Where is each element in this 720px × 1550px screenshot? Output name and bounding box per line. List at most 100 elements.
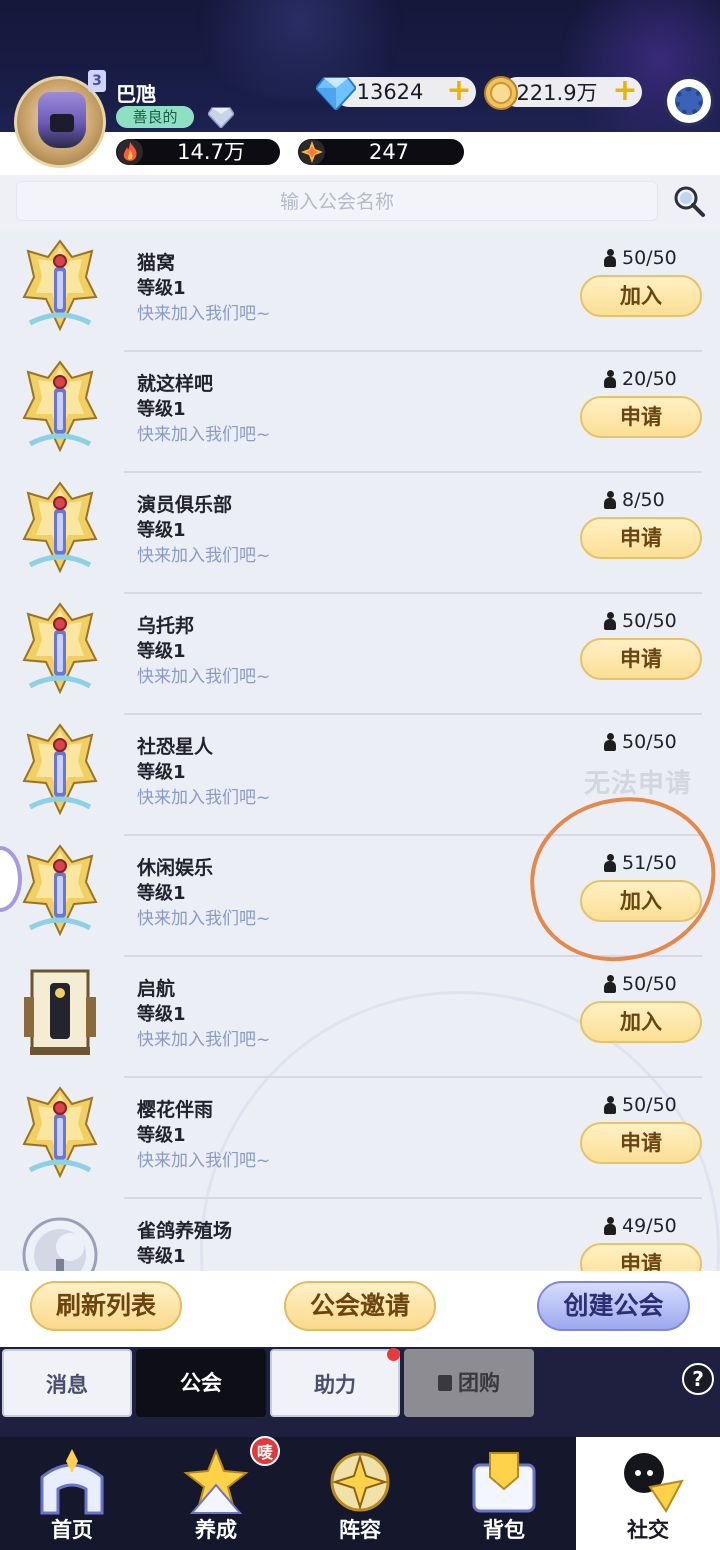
- tab-group-buy[interactable]: 团购: [404, 1349, 534, 1417]
- masked-figure-icon: [624, 1453, 684, 1513]
- person-icon: [604, 733, 616, 751]
- guild-name: 雀鸽养殖场: [137, 1220, 233, 1242]
- castle-icon: [40, 1449, 104, 1515]
- gold-crest-icon: [22, 1084, 98, 1180]
- person-icon: [604, 249, 616, 267]
- train-badge: 唛: [250, 1436, 280, 1466]
- guild-action-bar: 刷新列表 公会邀请 创建公会: [0, 1271, 720, 1347]
- person-icon: [604, 612, 616, 630]
- member-count-value: 20/50: [622, 368, 677, 390]
- guild-level: 等级1: [137, 1246, 186, 1267]
- throne-crest-icon: [22, 963, 98, 1059]
- member-count-value: 50/50: [622, 247, 677, 269]
- refresh-list-button[interactable]: 刷新列表: [30, 1281, 182, 1331]
- person-icon: [604, 370, 616, 388]
- guild-level: 等级1: [137, 883, 186, 904]
- gold-crest-icon: [22, 600, 98, 696]
- tab-group-buy-label: 团购: [458, 1371, 500, 1395]
- search-icon[interactable]: [672, 184, 706, 218]
- guild-row[interactable]: 雀鸽养殖场等级1 49/50 申请: [0, 1199, 720, 1271]
- guild-description: 快来加入我们吧~: [137, 909, 271, 929]
- nav-social[interactable]: 社交: [576, 1437, 720, 1550]
- gold-crest-icon: [22, 358, 98, 454]
- guild-level: 等级1: [137, 641, 186, 662]
- guild-name: 社恐星人: [137, 736, 214, 758]
- guild-list[interactable]: 猫窝 等级1 快来加入我们吧~ 50/50 加入 就这样吧 等级1 快来加入我们吧~ 20/50…: [0, 231, 720, 1271]
- guild-level: 等级1: [137, 399, 186, 420]
- member-count-value: 50/50: [622, 731, 677, 753]
- guild-row[interactable]: 就这样吧 等级1 快来加入我们吧~ 20/50 申请: [0, 352, 720, 473]
- moon-crest-icon: [22, 1205, 98, 1271]
- guild-member-count: 50/50: [604, 610, 677, 632]
- guild-description: 快来加入我们吧~: [137, 304, 271, 324]
- guild-description: 快来加入我们吧~: [137, 667, 271, 687]
- gold-crest-icon: [22, 479, 98, 575]
- nav-lineup-label: 阵容: [339, 1518, 381, 1542]
- person-icon: [604, 1217, 616, 1235]
- guild-description: 快来加入我们吧~: [137, 425, 271, 445]
- nav-social-label: 社交: [627, 1518, 669, 1542]
- guild-search-input[interactable]: 输入公会名称: [16, 181, 658, 221]
- guild-name: 演员俱乐部: [137, 494, 233, 516]
- apply-button[interactable]: 申请: [580, 1122, 702, 1164]
- guild-row[interactable]: 演员俱乐部等级1 快来加入我们吧~ 8/50 申请: [0, 473, 720, 594]
- player-name: 巴虺: [116, 82, 156, 106]
- guild-row[interactable]: 乌托邦等级1 快来加入我们吧~ 50/50 申请: [0, 594, 720, 715]
- apply-button[interactable]: 申请: [580, 396, 702, 438]
- coin-value: 221.9万: [516, 81, 598, 105]
- gold-crest-icon: [22, 721, 98, 817]
- player-avatar[interactable]: 3: [10, 70, 110, 170]
- star-value: 247: [368, 140, 410, 164]
- guild-row[interactable]: 启航 等级1 快来加入我们吧~ 50/50 加入: [0, 957, 720, 1078]
- gear-icon: [675, 87, 703, 115]
- compass-star-icon: [330, 1452, 390, 1512]
- bottom-nav: 首页 养成 阵容 背包 社交: [0, 1437, 720, 1550]
- nav-lineup[interactable]: 阵容: [288, 1437, 432, 1550]
- settings-button[interactable]: [664, 76, 714, 126]
- assist-notification-dot: [387, 1348, 400, 1361]
- guild-level: 等级1: [137, 520, 186, 541]
- member-count-value: 49/50: [622, 1215, 677, 1237]
- help-button[interactable]: ?: [682, 1363, 714, 1395]
- power-value: 14.7万: [177, 140, 245, 164]
- member-count-value: 50/50: [622, 610, 677, 632]
- guild-member-count: 50/50: [604, 973, 677, 995]
- nav-bag[interactable]: 背包: [432, 1437, 576, 1550]
- star-pyramid-icon: [183, 1448, 249, 1514]
- add-diamond-button[interactable]: +: [446, 76, 472, 106]
- guild-level: 等级1: [137, 1125, 186, 1146]
- tab-assist[interactable]: 助力: [270, 1349, 400, 1417]
- lock-icon: [438, 1375, 452, 1391]
- nav-bag-label: 背包: [483, 1518, 525, 1542]
- member-count-value: 50/50: [622, 973, 677, 995]
- nav-home[interactable]: 首页: [0, 1437, 144, 1550]
- gold-crest-icon: [22, 237, 98, 333]
- join-button[interactable]: 加入: [580, 275, 702, 317]
- create-guild-button[interactable]: 创建公会: [537, 1281, 690, 1331]
- guild-name: 猫窝: [137, 252, 176, 274]
- tab-guild[interactable]: 公会: [136, 1349, 266, 1417]
- add-coin-button[interactable]: +: [612, 76, 638, 106]
- apply-button[interactable]: 申请: [580, 638, 702, 680]
- nav-train-label: 养成: [195, 1518, 237, 1542]
- guild-row[interactable]: 樱花伴雨 等级1 快来加入我们吧~ 50/50 申请: [0, 1078, 720, 1199]
- apply-button[interactable]: 申请: [580, 517, 702, 559]
- tab-messages[interactable]: 消息: [2, 1349, 132, 1417]
- guild-name: 乌托邦: [137, 615, 195, 637]
- guild-description: 快来加入我们吧~: [137, 1030, 271, 1050]
- join-button[interactable]: 加入: [580, 1001, 702, 1043]
- gold-crest-icon: [22, 842, 98, 938]
- guild-member-count: 8/50: [604, 489, 665, 511]
- guild-member-count: 50/50: [604, 1094, 677, 1116]
- guild-invite-button[interactable]: 公会邀请: [284, 1281, 436, 1331]
- envelope-bag-icon: [472, 1452, 536, 1513]
- guild-row[interactable]: 猫窝 等级1 快来加入我们吧~ 50/50 加入: [0, 231, 720, 352]
- apply-button[interactable]: 申请: [580, 1243, 702, 1271]
- diamond-icon: [316, 77, 356, 110]
- social-subtabs: 消息 公会 助力 团购: [0, 1347, 720, 1437]
- player-level: 3: [88, 70, 106, 92]
- guild-member-count: 50/50: [604, 731, 677, 753]
- vip-diamond-icon: [208, 107, 234, 128]
- guild-description: 快来加入我们吧~: [137, 546, 271, 566]
- avatar-portrait: [38, 92, 86, 148]
